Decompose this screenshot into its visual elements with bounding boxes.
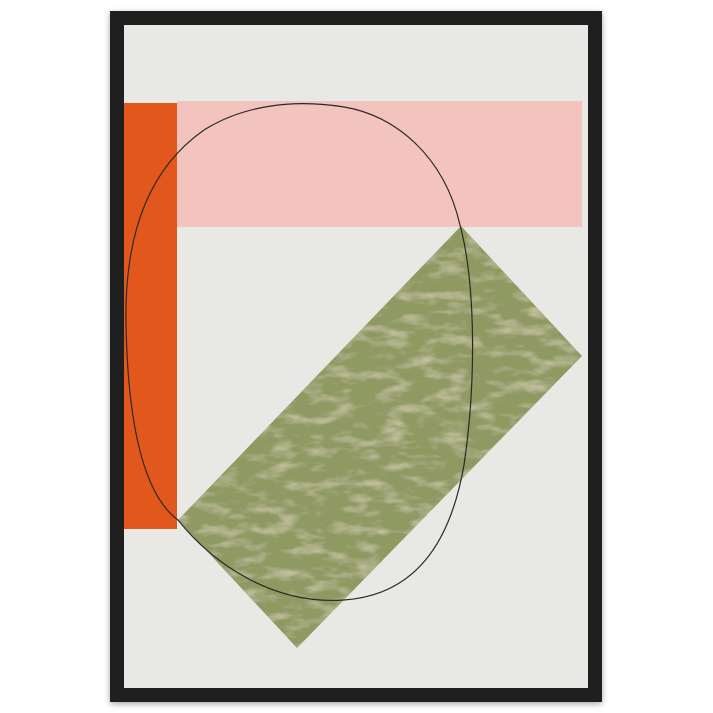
poster-stage — [0, 0, 713, 713]
pink-bar — [177, 101, 582, 227]
orange-bar — [124, 103, 177, 529]
artwork-canvas — [124, 25, 588, 688]
picture-frame — [110, 11, 602, 702]
